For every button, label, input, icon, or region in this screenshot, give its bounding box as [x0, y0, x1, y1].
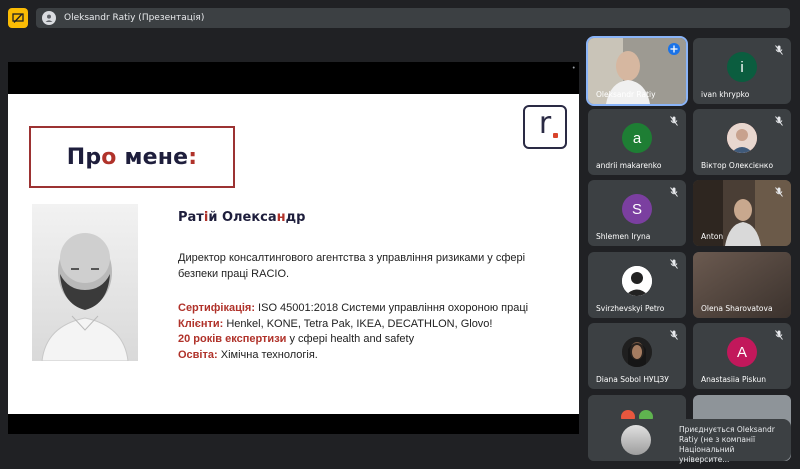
slide-title: Про мене:	[66, 144, 198, 170]
participant-tile[interactable]: i ivan khrypko	[693, 38, 791, 104]
participant-avatar: S	[622, 194, 652, 224]
participant-name: Віктор Олексієнко	[701, 161, 774, 170]
participant-avatar: A	[727, 337, 757, 367]
fact-education: Освіта: Хімічна технологія.	[178, 348, 318, 361]
slide-title-box: Про мене:	[29, 126, 235, 188]
participant-name: Olena Sharovatova	[701, 304, 773, 313]
participant-avatar: a	[622, 123, 652, 153]
participant-tile[interactable]: Anton	[693, 180, 791, 246]
speaker-photo	[32, 204, 138, 361]
participant-name: ivan khrypko	[701, 90, 750, 99]
mic-off-icon	[775, 45, 783, 55]
mic-off-icon	[670, 330, 678, 340]
fact-experience: 20 років експертизи у сфері health and s…	[178, 333, 415, 345]
presenter-label: Oleksandr Ratiy (Презентація)	[64, 13, 205, 23]
participant-name: Anastasiia Piskun	[701, 375, 766, 384]
participant-avatar	[622, 266, 652, 296]
participant-avatar	[622, 337, 652, 367]
presentation-icon[interactable]	[8, 8, 28, 28]
stage-menu-icon[interactable]: •	[573, 65, 575, 72]
participant-avatar	[727, 123, 757, 153]
racio-logo: r	[523, 105, 567, 149]
speaker-name: Ратій Олександр	[178, 210, 306, 225]
participant-tile[interactable]: Oleksandr Ratiy	[586, 36, 688, 106]
presenter-avatar	[42, 11, 56, 25]
participant-tile[interactable]: Віктор Олексієнко	[693, 109, 791, 175]
participant-name: Shlemen Iryna	[596, 232, 651, 241]
participant-tile[interactable]: S Shlemen Iryna	[588, 180, 686, 246]
mic-off-icon	[775, 330, 783, 340]
presentation-stage: • Про мене: r Ратій Олександр Директор к…	[8, 62, 579, 434]
participant-name: andrii makarenko	[596, 161, 662, 170]
participant-tile[interactable]: Diana Sobol НУЦЗУ	[588, 323, 686, 389]
participant-tile[interactable]: a andrii makarenko	[588, 109, 686, 175]
participant-name: Svirzhevskyi Petro	[596, 304, 665, 313]
fact-clients: Клієнти: Henkel, KONE, Tetra Pak, IKEA, …	[178, 317, 493, 330]
participant-name: Anton	[701, 232, 724, 241]
speaker-description: Директор консалтингового агентства з упр…	[178, 252, 526, 280]
pin-icon[interactable]	[668, 43, 680, 55]
join-notification-avatar	[621, 425, 651, 455]
participant-name: Diana Sobol НУЦЗУ	[596, 375, 669, 384]
participant-tile[interactable]: Svirzhevskyi Petro	[588, 252, 686, 318]
presenter-chip[interactable]: Oleksandr Ratiy (Презентація)	[36, 8, 790, 28]
join-notification[interactable]: Приєднується Oleksandr Ratiy (не з компа…	[601, 419, 791, 464]
top-bar: Oleksandr Ratiy (Презентація)	[0, 0, 800, 36]
speaker-facts: Сертифікація: ISO 45001:2018 Системи упр…	[178, 301, 568, 363]
participant-tile[interactable]: Olena Sharovatova	[693, 252, 791, 318]
join-notification-text: Приєднується Oleksandr Ratiy (не з компа…	[679, 425, 775, 464]
participant-tile[interactable]: A Anastasiia Piskun	[693, 323, 791, 389]
mic-off-icon	[670, 187, 678, 197]
slide: Про мене: r Ратій Олександр Директор кон…	[8, 94, 579, 414]
participant-name: Oleksandr Ratiy	[596, 90, 656, 99]
mic-off-icon	[775, 187, 783, 197]
fact-certification: Сертифікація: ISO 45001:2018 Системи упр…	[178, 302, 529, 314]
mic-off-icon	[775, 116, 783, 126]
mic-off-icon	[670, 116, 678, 126]
mic-off-icon	[670, 259, 678, 269]
participant-avatar: i	[727, 52, 757, 82]
